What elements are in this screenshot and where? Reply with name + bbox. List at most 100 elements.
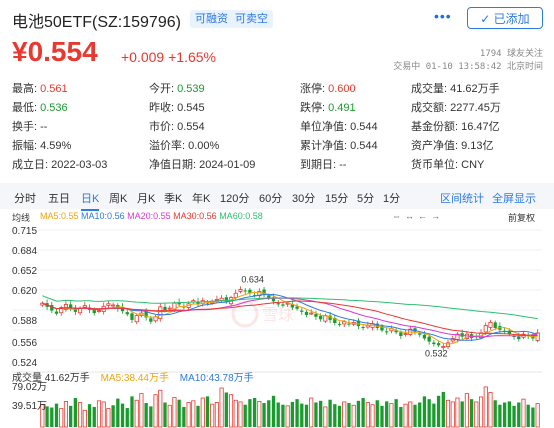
fund-title: 电池50ETF(SZ:159796) [12, 14, 181, 31]
volume-bar [139, 393, 144, 428]
candle-body [219, 297, 224, 301]
tab-yearly-k[interactable]: 年K [192, 190, 210, 206]
tab-daily-k[interactable]: 日K [81, 190, 100, 211]
volume-bar [337, 405, 342, 427]
stat-limit-up: 涨停: 0.600 [300, 83, 356, 95]
candle-body [106, 303, 111, 306]
ma-legend-label: 均线 [12, 213, 31, 223]
volume-bar [163, 402, 167, 427]
volume-bar [450, 401, 455, 428]
y-axis-labels: 0.715 0.684 0.652 0.620 0.588 0.556 0.52… [12, 226, 37, 369]
volume-bar [205, 396, 210, 427]
tab-120min[interactable]: 120分 [220, 190, 249, 206]
y-tick-0524: 0.524 [12, 358, 37, 369]
volume-bar [464, 393, 469, 428]
tab-15min[interactable]: 15分 [325, 190, 348, 206]
stat-limit-down: 跌停: 0.491 [300, 102, 356, 114]
volume-bars [40, 386, 540, 428]
volume-bar [483, 386, 488, 428]
volume-bar [385, 401, 389, 427]
candle-body [422, 334, 427, 339]
y-tick-0556: 0.556 [12, 338, 37, 349]
left-arrow-icon[interactable]: ← [418, 211, 431, 221]
candle-body [111, 304, 116, 307]
volume-bar [228, 394, 234, 428]
volume-legend: 成交量 41.62万手 MA5:38.44万手 MA10:43.78万手 [12, 369, 254, 384]
volume-bar [78, 402, 83, 428]
shrink-icon[interactable]: ⇔ [392, 211, 405, 221]
volume-bar [73, 398, 78, 427]
volume-bar [167, 404, 172, 428]
volume-bar [408, 401, 413, 428]
candle-body [214, 299, 219, 301]
kline-chart[interactable]: 0.715 0.684 0.652 0.620 0.588 0.556 0.52… [0, 224, 554, 428]
stat-currency: 货币单位: CNY [411, 159, 485, 171]
volume-bar [455, 397, 460, 428]
price-change: +0.009 +1.65% [121, 49, 216, 65]
stat-high: 最高: 0.561 [12, 83, 68, 95]
volume-bar [512, 405, 516, 427]
candle-body [304, 311, 309, 315]
tab-quarterly-k[interactable]: 季K [164, 190, 182, 206]
volume-bar [285, 405, 290, 428]
volume-bar [517, 402, 521, 427]
candle-body [399, 332, 403, 337]
volume-bar [314, 402, 318, 427]
candle-body [337, 323, 342, 325]
tab-5min[interactable]: 5分 [357, 190, 374, 206]
candle-body [300, 310, 304, 312]
y-tick-0588: 0.588 [12, 316, 37, 327]
stat-est-date: 成立日: 2022-03-03 [12, 159, 108, 171]
candle-body [432, 342, 436, 345]
right-arrow-icon[interactable]: → [431, 211, 444, 221]
volume-bar [531, 407, 535, 427]
tab-minute[interactable]: 分时 [14, 190, 36, 206]
volume-bar [219, 387, 224, 428]
volume-bar [276, 402, 280, 427]
tab-30min[interactable]: 30分 [292, 190, 315, 206]
candle-body [233, 292, 238, 298]
candle-body [163, 306, 167, 310]
tab-weekly-k[interactable]: 周K [109, 190, 127, 206]
volume-bar [375, 400, 379, 427]
y-tick-0620: 0.620 [12, 286, 37, 297]
tab-five-day[interactable]: 五日 [48, 190, 70, 206]
stat-nav-date: 净值日期: 2024-01-09 [149, 159, 256, 171]
volume-bar [50, 407, 54, 427]
more-icon[interactable]: ••• [434, 8, 452, 24]
volume-bar [389, 403, 394, 428]
tab-1min[interactable]: 1分 [383, 190, 400, 206]
candle-body [319, 315, 323, 320]
candle-body [130, 313, 134, 320]
volume-bar [63, 400, 68, 428]
volume-bar [460, 401, 464, 427]
zoom-controls[interactable]: ⇔↔←→ [392, 211, 444, 221]
volume-bar [493, 400, 497, 427]
candle-body [125, 312, 129, 315]
tab-60min[interactable]: 60分 [259, 190, 282, 206]
y-tick-0715: 0.715 [12, 226, 37, 237]
volume-bar [436, 395, 441, 427]
volume-bar [238, 401, 243, 428]
tab-monthly-k[interactable]: 月K [137, 190, 155, 206]
volume-bar [309, 397, 314, 428]
volume-bar [356, 400, 361, 427]
stat-fund-shares: 基金份额: 16.47亿 [411, 121, 500, 133]
ma20-legend: MA20:0.55 [127, 211, 171, 221]
fullscreen-button[interactable]: 全屏显示 [492, 190, 536, 206]
candle-body [54, 311, 59, 314]
volume-bar [134, 399, 139, 428]
volume-bar [96, 400, 102, 428]
volume-bar [521, 398, 526, 428]
expand-icon[interactable]: ↔ [405, 211, 418, 221]
interval-stats-button[interactable]: 区间统计 [440, 190, 484, 206]
follow-button[interactable]: ✓ 已添加 [467, 7, 543, 29]
change-percent: +1.65% [168, 49, 216, 65]
stat-maturity: 到期日: -- [300, 159, 347, 171]
volume-bar [262, 403, 266, 427]
volume-bar [92, 406, 96, 427]
volume-bar [200, 397, 205, 428]
stat-turnover-rate: 换手: -- [12, 121, 48, 133]
volume-bar [106, 408, 111, 428]
adjust-mode[interactable]: 前复权 [508, 211, 535, 224]
